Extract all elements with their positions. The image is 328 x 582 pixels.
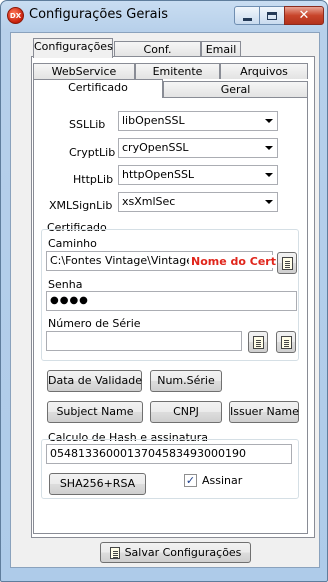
chevron-down-icon <box>265 119 273 123</box>
cryptlib-value: cryOpenSSL <box>122 141 189 154</box>
salvar-label: Salvar Configurações <box>124 545 242 559</box>
minimize-icon <box>242 17 252 21</box>
client-area: Configurações Conf. Impressora Email Web… <box>10 32 320 568</box>
tab-webservice[interactable]: WebService <box>33 63 135 79</box>
numero-serie-input[interactable] <box>46 331 242 351</box>
app-icon: DX <box>7 7 24 24</box>
xmlsignlib-select[interactable]: xsXmlSec <box>118 192 278 212</box>
httplib-label: HttpLib <box>73 173 114 186</box>
tab-certificado[interactable]: Certificado <box>33 79 163 98</box>
httplib-value: httpOpenSSL <box>122 168 195 181</box>
subject-name-button[interactable]: Subject Name <box>47 401 143 423</box>
tab-geral[interactable]: Geral <box>163 81 308 97</box>
nome-cert-overlay: Nome do Cert. <box>189 255 283 268</box>
assinar-checkbox[interactable]: ✓ <box>184 474 197 487</box>
ssllib-label: SSLLib <box>69 118 106 131</box>
httplib-select[interactable]: httpOpenSSL <box>118 165 278 185</box>
document-icon <box>280 335 292 349</box>
num-serie-button[interactable]: Num.Série <box>150 370 222 392</box>
tab-email[interactable]: Email <box>201 41 241 57</box>
title-bar[interactable]: DX Configurações Gerais ✕ <box>1 1 327 31</box>
numero-serie-label: Número de Série <box>48 317 141 330</box>
window: DX Configurações Gerais ✕ Configurações … <box>0 0 328 582</box>
browse-cert-button[interactable] <box>277 252 297 274</box>
maximize-icon <box>267 11 277 20</box>
senha-label: Senha <box>48 278 83 291</box>
xmlsignlib-label: XMLSignLib <box>49 199 113 212</box>
caminho-label: Caminho <box>48 237 97 250</box>
tab-configuracoes[interactable]: Configurações <box>33 38 113 58</box>
chevron-down-icon <box>265 173 273 177</box>
chevron-down-icon <box>265 200 273 204</box>
save-icon <box>109 546 120 559</box>
cryptlib-label: CryptLib <box>69 146 116 159</box>
senha-input[interactable]: ●●●● <box>46 291 297 311</box>
ssllib-value: libOpenSSL <box>122 114 185 127</box>
close-icon: ✕ <box>298 8 310 23</box>
issuer-name-button[interactable]: Issuer Name <box>229 401 299 423</box>
cryptlib-select[interactable]: cryOpenSSL <box>118 138 278 158</box>
sha256-rsa-button[interactable]: SHA256+RSA <box>49 473 146 495</box>
document-icon <box>281 256 293 270</box>
xmlsignlib-value: xsXmlSec <box>122 195 176 208</box>
maximize-button[interactable] <box>259 6 285 25</box>
caminho-value: C:\Fontes Vintage\Vintage\ <box>50 254 197 267</box>
info-serie-button[interactable] <box>276 331 296 353</box>
document-icon <box>252 335 264 349</box>
salvar-configuracoes-button[interactable]: Salvar Configurações <box>100 542 251 563</box>
cnpj-button[interactable]: CNPJ <box>150 401 222 423</box>
chevron-down-icon <box>265 146 273 150</box>
tab-emitente[interactable]: Emitente <box>135 63 220 79</box>
data-validade-button[interactable]: Data de Validade <box>47 370 142 392</box>
assinar-label: Assinar <box>202 474 243 487</box>
close-button[interactable]: ✕ <box>284 6 324 25</box>
ssllib-select[interactable]: libOpenSSL <box>118 111 278 131</box>
tab-arquivos[interactable]: Arquivos <box>220 63 308 79</box>
hash-input[interactable]: 05481336000137045834930001​90 <box>46 444 292 464</box>
select-serie-button[interactable] <box>248 331 268 353</box>
minimize-button[interactable] <box>234 6 260 25</box>
tab-conf-impressora[interactable]: Conf. Impressora <box>114 41 201 71</box>
window-title: Configurações Gerais <box>29 7 169 22</box>
